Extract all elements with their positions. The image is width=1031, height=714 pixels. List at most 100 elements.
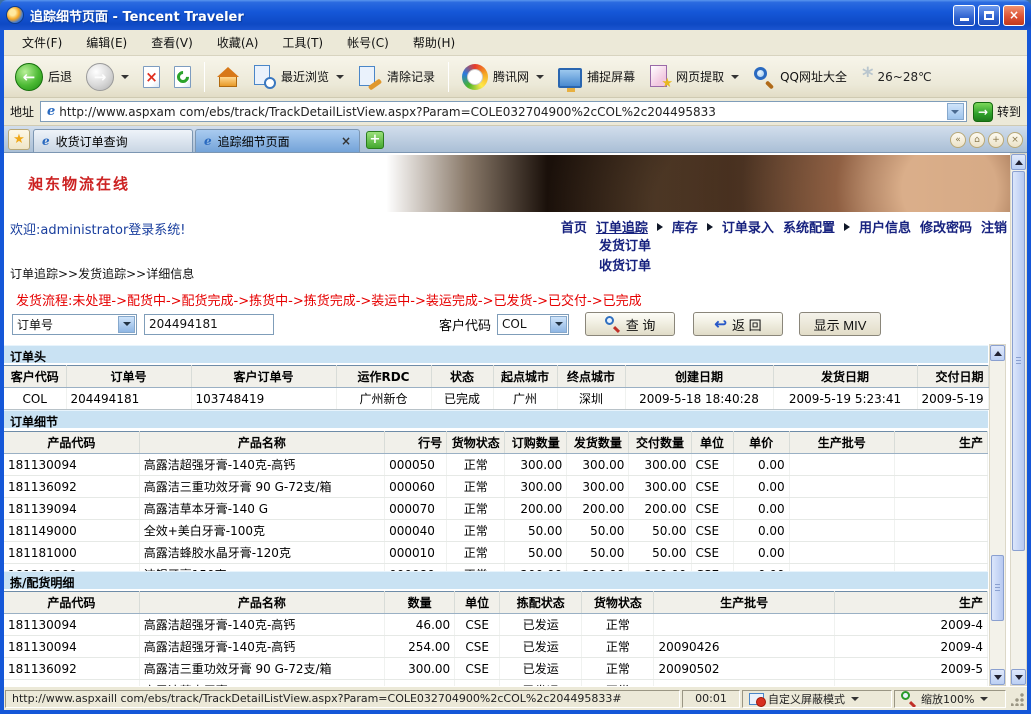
order-header-table: 客户代码订单号客户订单号运作RDC状态起点城市终点城市创建日期发货日期交付日期C… — [4, 365, 989, 410]
tab-tracking-detail[interactable]: e 追踪细节页面 × — [195, 129, 360, 152]
table-cell: 20090502 — [654, 658, 834, 680]
table-cell: 50.00 — [505, 520, 567, 542]
home-button[interactable] — [213, 63, 243, 90]
return-button[interactable]: ↩ 返 回 — [693, 312, 783, 336]
minimize-button[interactable] — [953, 5, 975, 26]
column-header: 生产批号 — [789, 432, 894, 454]
table-row: 181139094高露洁草本牙膏-140 G47.00CSE已发运正常2009-… — [4, 680, 988, 687]
table-cell: 正常 — [582, 680, 654, 687]
table-cell: 200.00 — [629, 498, 691, 520]
tab-label: 收货订单查询 — [56, 133, 184, 150]
table-cell — [789, 476, 894, 498]
column-header: 数量 — [385, 592, 455, 614]
clear-label: 清除记录 — [387, 68, 435, 85]
submenu-ship-order[interactable]: 发货订单 — [599, 235, 651, 254]
table-cell: 50.00 — [629, 542, 691, 564]
clear-history-button[interactable]: 清除记录 — [353, 62, 440, 92]
close-button[interactable]: × — [1003, 5, 1025, 26]
menu-account[interactable]: 帐号(C) — [339, 30, 405, 55]
table-cell: 181149000 — [4, 520, 139, 542]
weather-widget[interactable]: * 26~28℃ — [856, 67, 938, 87]
scroll-up-icon[interactable] — [990, 345, 1005, 361]
table-cell: 181181000 — [4, 542, 139, 564]
favorites-button[interactable]: ★ — [8, 129, 30, 150]
block-mode-control[interactable]: 自定义屏蔽模式 — [742, 690, 892, 708]
extract-label: 网页提取 — [676, 68, 724, 85]
new-tab-button[interactable]: + — [366, 131, 384, 149]
table-cell: 0.00 — [733, 476, 789, 498]
scroll-down-icon[interactable] — [1011, 669, 1026, 685]
table-cell: 高露洁蜂胶水晶牙膏-120克 — [139, 542, 384, 564]
column-header: 产品代码 — [4, 592, 139, 614]
address-dropdown-button[interactable] — [947, 103, 964, 120]
tab-list-icon[interactable]: « — [950, 132, 966, 148]
table-cell: 20090426 — [654, 636, 834, 658]
order-number-input[interactable] — [144, 314, 274, 335]
table-cell: 2009-5-19 8 — [917, 388, 988, 410]
status-bar: http://www.aspxaill com/ebs/track/TrackD… — [4, 686, 1027, 710]
capture-icon — [558, 68, 582, 88]
page-extract-button[interactable]: ★ 网页提取 — [644, 62, 744, 92]
zoom-control[interactable]: 缩放100% — [894, 690, 1006, 708]
nav-item-order-entry[interactable]: 订单录入 — [722, 217, 774, 236]
menu-file[interactable]: 文件(F) — [14, 30, 78, 55]
recent-history-button[interactable]: 最近浏览 — [247, 62, 349, 92]
qq-nav-button[interactable]: QQ网址大全 — [748, 63, 852, 91]
page-scrollbar-thumb[interactable] — [1012, 171, 1025, 551]
column-header: 生产 — [894, 432, 987, 454]
table-row: 181136092高露洁三重功效牙膏 90 G-72支/箱000060正常300… — [4, 476, 988, 498]
menu-view[interactable]: 查看(V) — [143, 30, 209, 55]
query-button[interactable]: 查 询 — [585, 312, 675, 336]
frame-scrollbar[interactable] — [989, 344, 1006, 686]
page-scrollbar[interactable] — [1010, 153, 1027, 686]
menu-edit[interactable]: 编辑(E) — [78, 30, 143, 55]
column-header: 产品名称 — [139, 432, 384, 454]
qq-site-button[interactable]: 腾讯网 — [457, 61, 549, 93]
scroll-down-icon[interactable] — [990, 669, 1005, 685]
restore-tab-icon[interactable]: ⌂ — [969, 132, 985, 148]
column-header: 单位 — [691, 432, 733, 454]
maximize-button[interactable] — [978, 5, 1000, 26]
order-type-select[interactable]: 订单号 — [12, 314, 137, 335]
show-miv-button[interactable]: 显示 MIV — [799, 312, 881, 336]
nav-item-change-password[interactable]: 修改密码 — [920, 217, 972, 236]
menu-help[interactable]: 帮助(H) — [405, 30, 471, 55]
expand-icon[interactable]: + — [988, 132, 1004, 148]
menu-favorites[interactable]: 收藏(A) — [209, 30, 275, 55]
menu-tools[interactable]: 工具(T) — [274, 30, 339, 55]
table-cell: CSE — [455, 614, 500, 636]
nav-item-inventory[interactable]: 库存 — [672, 217, 698, 236]
back-button[interactable]: ← 后退 — [10, 60, 77, 94]
nav-item-system-config[interactable]: 系统配置 — [783, 217, 835, 236]
table-cell — [654, 680, 834, 687]
nav-item-logout[interactable]: 注销 — [981, 217, 1007, 236]
nav-item-user-info[interactable]: 用户信息 — [859, 217, 911, 236]
table-row: 181136092高露洁三重功效牙膏 90 G-72支/箱300.00CSE已发… — [4, 658, 988, 680]
stop-button[interactable]: × — [138, 63, 165, 91]
search-icon — [605, 316, 621, 332]
scroll-up-icon[interactable] — [1011, 154, 1026, 170]
refresh-button[interactable] — [169, 63, 196, 91]
block-mode-dropdown-icon — [851, 697, 859, 701]
submenu-receive-order[interactable]: 收货订单 — [599, 255, 651, 274]
close-all-icon[interactable]: × — [1007, 132, 1023, 148]
nav-item-order-tracking[interactable]: 订单追踪 — [596, 217, 648, 236]
table-cell — [654, 614, 834, 636]
tab-favicon: e — [42, 134, 50, 148]
forward-button[interactable]: → — [81, 60, 134, 94]
column-header: 订购数量 — [505, 432, 567, 454]
capture-screen-button[interactable]: 捕捉屏幕 — [553, 63, 640, 91]
go-button[interactable]: → 转到 — [973, 102, 1021, 122]
close-tab-icon[interactable]: × — [341, 134, 351, 148]
resize-grip[interactable] — [1011, 692, 1025, 706]
table-cell: 已发运 — [500, 636, 582, 658]
recent-dropdown-icon — [336, 75, 344, 79]
browser-window: 追踪细节页面 - Tencent Traveler × 文件(F) 编辑(E) … — [0, 0, 1031, 714]
tab-receive-order-query[interactable]: e 收货订单查询 — [33, 129, 193, 152]
address-input[interactable] — [59, 105, 947, 119]
nav-item-home[interactable]: 首页 — [561, 217, 587, 236]
frame-scrollbar-thumb[interactable] — [991, 555, 1004, 621]
customer-code-select[interactable]: COL — [497, 314, 569, 335]
table-row: 181130094高露洁超强牙膏-140克-高钙254.00CSE已发运正常20… — [4, 636, 988, 658]
address-input-box: e — [40, 101, 967, 122]
